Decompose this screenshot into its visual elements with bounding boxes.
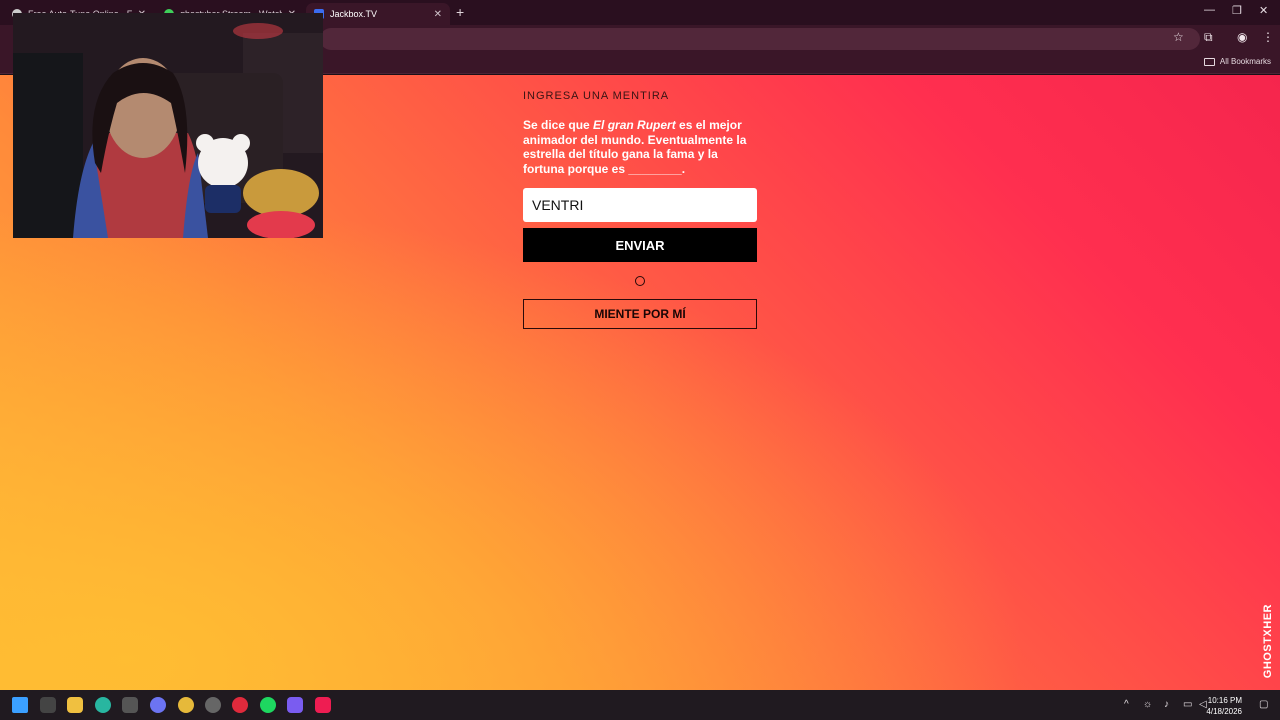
- microphone-icon[interactable]: ♪: [1164, 699, 1169, 710]
- notification-icon[interactable]: ▢: [1259, 699, 1268, 710]
- question-prefix: Se dice que: [523, 118, 594, 132]
- new-tab-button[interactable]: +: [456, 4, 464, 20]
- question-film-title: El gran Rupert: [593, 118, 676, 132]
- network-icon[interactable]: ▭: [1183, 699, 1192, 710]
- webcam-feed-image: [13, 13, 323, 238]
- windows-taskbar: ^ ☼ ♪ ▭ ◁ 10:16 PM 4/18/2026 ▢: [0, 690, 1280, 720]
- folder-icon: [1203, 57, 1215, 66]
- send-button[interactable]: ENVIAR: [523, 228, 757, 262]
- lie-entry-panel: INGRESA UNA MENTIRA Se dice que El gran …: [523, 90, 757, 329]
- clock-date: 4/18/2026: [1206, 707, 1242, 716]
- start-icon[interactable]: [12, 697, 28, 713]
- address-bar[interactable]: [320, 28, 1200, 50]
- minimize-icon[interactable]: —: [1204, 4, 1215, 16]
- chevron-up-icon[interactable]: ^: [1124, 699, 1129, 710]
- file-explorer-icon[interactable]: [67, 697, 83, 713]
- streamer-watermark: GHOSTXHER: [1262, 603, 1274, 678]
- all-bookmarks-button[interactable]: All Bookmarks: [1203, 57, 1271, 66]
- profile-icon[interactable]: ◉: [1237, 30, 1247, 44]
- chrome-icon[interactable]: [178, 697, 194, 713]
- tiktok-icon[interactable]: [315, 697, 331, 713]
- app-icon[interactable]: [287, 697, 303, 713]
- menu-icon[interactable]: ⋮: [1262, 30, 1274, 44]
- window-close-icon[interactable]: ✕: [1259, 4, 1268, 17]
- brightness-icon[interactable]: ☼: [1143, 699, 1152, 710]
- question-text: Se dice que El gran Rupert es el mejor a…: [523, 118, 757, 176]
- app-icon[interactable]: [205, 697, 221, 713]
- app-icon[interactable]: [40, 697, 56, 713]
- cast-icon[interactable]: ⧉: [1204, 30, 1213, 45]
- loading-circle-icon: [635, 276, 645, 286]
- tab-jackbox[interactable]: Jackbox.TV ✕: [306, 3, 450, 25]
- lie-for-me-button[interactable]: MIENTE POR MÍ: [523, 299, 757, 329]
- clock-time: 10:16 PM: [1207, 696, 1242, 705]
- spotify-icon[interactable]: [260, 697, 276, 713]
- app-icon[interactable]: [232, 697, 248, 713]
- lie-input[interactable]: [523, 188, 757, 222]
- maximize-icon[interactable]: ❐: [1232, 4, 1242, 17]
- app-icon[interactable]: [122, 697, 138, 713]
- prompt-label: INGRESA UNA MENTIRA: [523, 90, 670, 102]
- webcam-overlay: [13, 13, 323, 238]
- tab-title: Jackbox.TV: [330, 9, 378, 19]
- edge-icon[interactable]: [95, 697, 111, 713]
- discord-icon[interactable]: [150, 697, 166, 713]
- all-bookmarks-label: All Bookmarks: [1219, 57, 1271, 66]
- system-clock[interactable]: 10:16 PM 4/18/2026: [1206, 695, 1242, 717]
- close-icon[interactable]: ✕: [434, 9, 442, 20]
- bookmark-star-icon[interactable]: ☆: [1173, 30, 1184, 44]
